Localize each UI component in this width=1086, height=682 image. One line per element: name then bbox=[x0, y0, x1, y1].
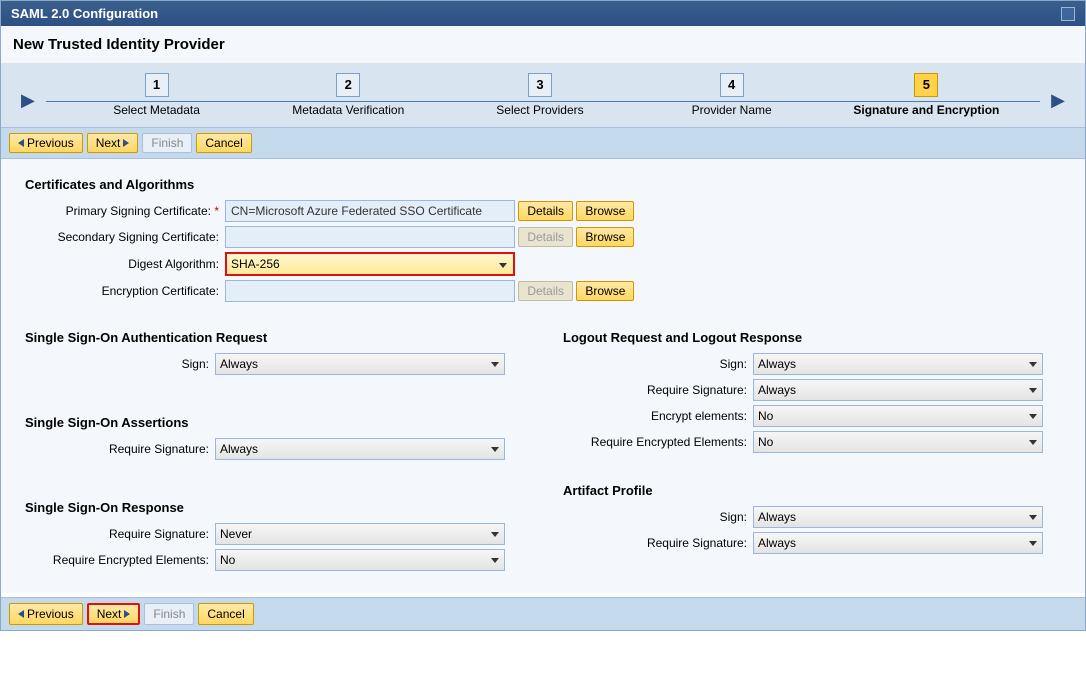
wizard-step-label: Select Providers bbox=[470, 103, 610, 117]
secondary-browse-button[interactable]: Browse bbox=[576, 227, 634, 247]
digest-algorithm-label: Digest Algorithm: bbox=[25, 257, 225, 271]
sso-resp-reqsig-select[interactable]: Never bbox=[215, 523, 505, 545]
wizard-step-5: 5 Signature and Encryption bbox=[853, 73, 999, 117]
sso-resp-reqenc-label: Require Encrypted Elements: bbox=[25, 553, 215, 567]
wizard-step-number: 3 bbox=[528, 73, 552, 97]
wizard-end-arrow-icon: ▶ bbox=[1051, 90, 1065, 111]
previous-button-bottom[interactable]: Previous bbox=[9, 603, 83, 625]
wizard-step-label: Provider Name bbox=[662, 103, 802, 117]
secondary-signing-cert-label: Secondary Signing Certificate: bbox=[25, 230, 225, 244]
finish-button-bottom: Finish bbox=[144, 603, 194, 625]
wizard-step-number: 2 bbox=[336, 73, 360, 97]
page-subtitle: New Trusted Identity Provider bbox=[1, 26, 1085, 63]
sso-assert-reqsig-select[interactable]: Always bbox=[215, 438, 505, 460]
wizard-step-3: 3 Select Providers bbox=[470, 73, 610, 117]
primary-signing-cert-field[interactable] bbox=[225, 200, 515, 222]
primary-browse-button[interactable]: Browse bbox=[576, 201, 634, 221]
wizard-step-4: 4 Provider Name bbox=[662, 73, 802, 117]
encryption-details-button: Details bbox=[518, 281, 573, 301]
primary-signing-cert-label: Primary Signing Certificate: * bbox=[25, 204, 225, 218]
window-control-icon[interactable] bbox=[1061, 7, 1075, 21]
artifact-reqsig-select[interactable]: Always bbox=[753, 532, 1043, 554]
arrow-left-icon bbox=[18, 139, 24, 147]
window-titlebar: SAML 2.0 Configuration bbox=[1, 1, 1085, 26]
wizard-step-number: 4 bbox=[720, 73, 744, 97]
arrow-right-icon bbox=[124, 610, 130, 618]
logout-reqenc-label: Require Encrypted Elements: bbox=[563, 435, 753, 449]
sso-resp-heading: Single Sign-On Response bbox=[25, 500, 523, 515]
wizard-step-number: 1 bbox=[145, 73, 169, 97]
arrow-left-icon bbox=[18, 610, 24, 618]
sso-assert-reqsig-label: Require Signature: bbox=[25, 442, 215, 456]
wizard-start-arrow-icon: ▶ bbox=[21, 90, 35, 111]
wizard-step-label: Metadata Verification bbox=[278, 103, 418, 117]
wizard-step-label: Signature and Encryption bbox=[853, 103, 999, 117]
logout-heading: Logout Request and Logout Response bbox=[563, 330, 1061, 345]
finish-button: Finish bbox=[142, 133, 192, 153]
sso-assert-heading: Single Sign-On Assertions bbox=[25, 415, 523, 430]
window-title: SAML 2.0 Configuration bbox=[11, 6, 158, 21]
logout-reqenc-select[interactable]: No bbox=[753, 431, 1043, 453]
logout-enc-select[interactable]: No bbox=[753, 405, 1043, 427]
logout-reqsig-select[interactable]: Always bbox=[753, 379, 1043, 401]
secondary-details-button: Details bbox=[518, 227, 573, 247]
toolbar-top: Previous Next Finish Cancel bbox=[1, 128, 1085, 159]
artifact-heading: Artifact Profile bbox=[563, 483, 1061, 498]
logout-sign-select[interactable]: Always bbox=[753, 353, 1043, 375]
sso-resp-reqsig-label: Require Signature: bbox=[25, 527, 215, 541]
logout-enc-label: Encrypt elements: bbox=[563, 409, 753, 423]
logout-sign-label: Sign: bbox=[563, 357, 753, 371]
arrow-right-icon bbox=[123, 139, 129, 147]
artifact-reqsig-label: Require Signature: bbox=[563, 536, 753, 550]
sso-auth-sign-label: Sign: bbox=[25, 357, 215, 371]
wizard-steps: ▶ 1 Select Metadata 2 Metadata Verificat… bbox=[1, 63, 1085, 128]
primary-details-button[interactable]: Details bbox=[518, 201, 573, 221]
logout-reqsig-label: Require Signature: bbox=[563, 383, 753, 397]
sso-auth-heading: Single Sign-On Authentication Request bbox=[25, 330, 523, 345]
cancel-button-bottom[interactable]: Cancel bbox=[198, 603, 253, 625]
next-button-bottom[interactable]: Next bbox=[87, 603, 141, 625]
sso-auth-sign-select[interactable]: Always bbox=[215, 353, 505, 375]
cancel-button[interactable]: Cancel bbox=[196, 133, 251, 153]
encryption-cert-label: Encryption Certificate: bbox=[25, 284, 225, 298]
wizard-step-1: 1 Select Metadata bbox=[87, 73, 227, 117]
next-button[interactable]: Next bbox=[87, 133, 139, 153]
encryption-cert-field[interactable] bbox=[225, 280, 515, 302]
certificates-heading: Certificates and Algorithms bbox=[25, 177, 1061, 192]
secondary-signing-cert-field[interactable] bbox=[225, 226, 515, 248]
previous-button[interactable]: Previous bbox=[9, 133, 83, 153]
wizard-step-label: Select Metadata bbox=[87, 103, 227, 117]
sso-resp-reqenc-select[interactable]: No bbox=[215, 549, 505, 571]
toolbar-bottom: Previous Next Finish Cancel bbox=[1, 597, 1085, 630]
artifact-sign-select[interactable]: Always bbox=[753, 506, 1043, 528]
artifact-sign-label: Sign: bbox=[563, 510, 753, 524]
wizard-step-number: 5 bbox=[914, 73, 938, 97]
digest-algorithm-select[interactable]: SHA-256 bbox=[227, 254, 513, 274]
encryption-browse-button[interactable]: Browse bbox=[576, 281, 634, 301]
wizard-step-2: 2 Metadata Verification bbox=[278, 73, 418, 117]
